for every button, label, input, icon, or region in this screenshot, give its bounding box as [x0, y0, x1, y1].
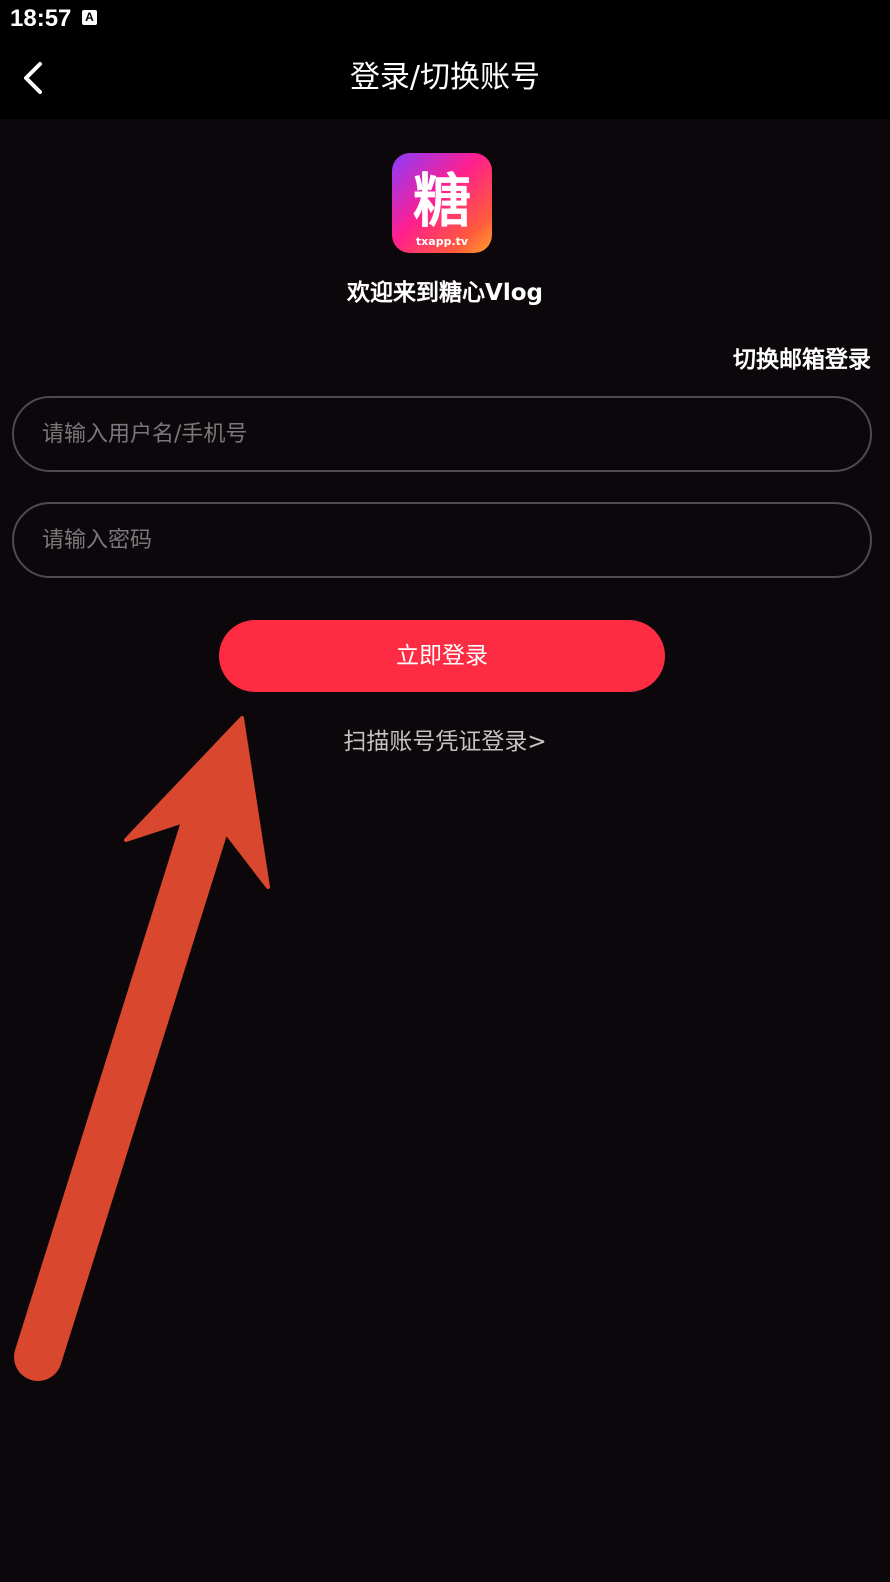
password-input[interactable] — [12, 502, 872, 578]
a-icon: A — [82, 10, 97, 25]
status-bar: 18:57 A — [0, 0, 890, 38]
logo-domain: txapp.tv — [416, 235, 469, 248]
page-title: 登录/切换账号 — [349, 60, 541, 95]
scan-credential-login-link[interactable]: 扫描账号凭证登录> — [0, 724, 890, 760]
nav-bar: 登录/切换账号 — [0, 38, 890, 119]
chevron-left-icon[interactable] — [12, 54, 60, 102]
status-time: 18:57 — [10, 5, 72, 32]
welcome-text: 欢迎来到糖心Vlog — [347, 280, 543, 306]
app-logo: 糖 txapp.tv — [392, 153, 492, 253]
logo-char: 糖 — [413, 167, 471, 235]
switch-email-login-link[interactable]: 切换邮箱登录 — [733, 342, 871, 378]
login-button[interactable]: 立即登录 — [219, 620, 665, 692]
username-input[interactable] — [12, 396, 872, 472]
